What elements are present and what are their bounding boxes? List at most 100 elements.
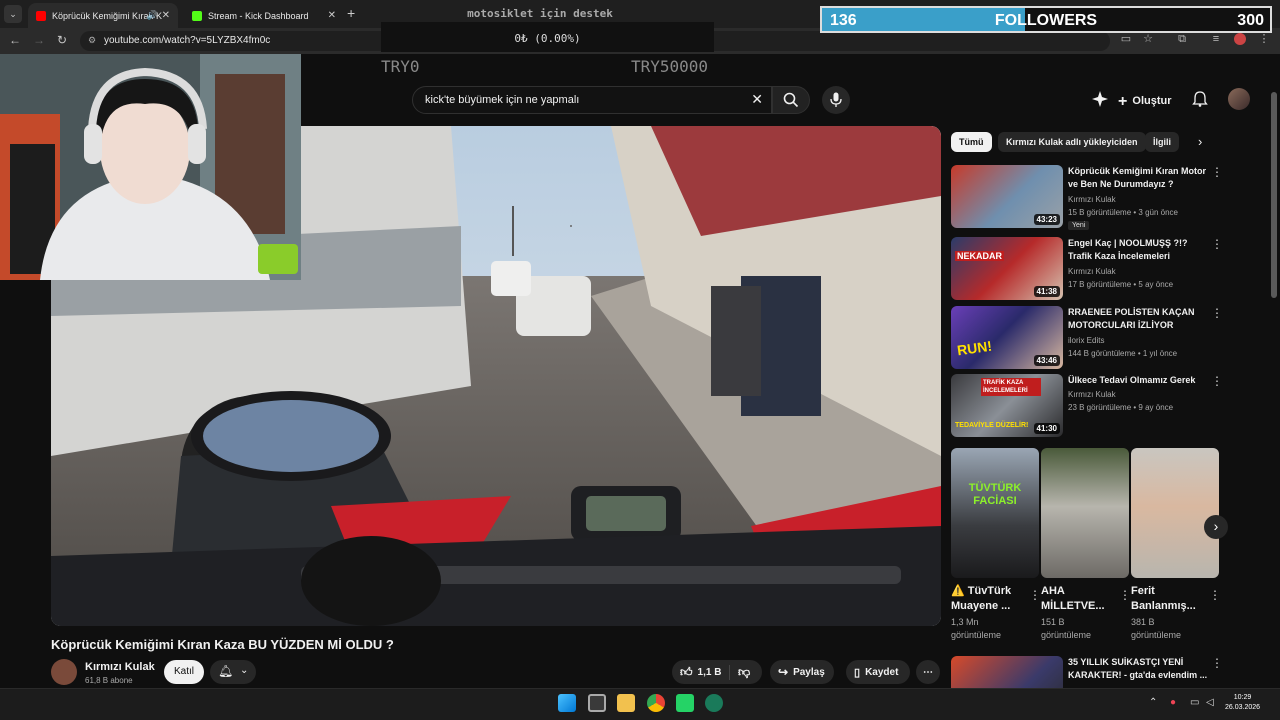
reading-list-icon[interactable]: ≡	[1210, 33, 1222, 45]
tab-close-icon[interactable]: ✕	[328, 10, 336, 21]
recommendation-title[interactable]: RRAENEE POLİSTEN KAÇAN MOTORCULARI İZLİY…	[1068, 306, 1214, 332]
recommendation-item[interactable]: TRAFİK KAZA İNCELEMELERİ TEDAVİYLE DÜZEL…	[951, 374, 1251, 438]
browser-menu-icon[interactable]: ⋮	[1258, 33, 1270, 45]
dislike-button[interactable]: 👎︎	[730, 665, 750, 680]
more-vertical-icon[interactable]: ⋮	[1029, 588, 1041, 602]
short-thumbnail[interactable]: TÜVTÜRK FACİASI	[951, 448, 1039, 578]
new-badge: Yeni	[1068, 221, 1090, 230]
reload-icon[interactable]: ↻	[57, 33, 67, 47]
recommendation-title[interactable]: Engel Kaç | NOOLMUŞŞ ?!? Trafik Kaza İnc…	[1068, 237, 1214, 263]
recommendation-thumbnail[interactable]: 43:23	[951, 165, 1063, 228]
back-icon[interactable]: ←	[9, 33, 21, 47]
user-avatar[interactable]	[1228, 88, 1250, 110]
short-item[interactable]: TÜVTÜRK FACİASI ⚠️ TüvTürk Muayene ... 1…	[951, 448, 1041, 642]
more-vertical-icon[interactable]: ⋮	[1211, 306, 1223, 320]
thumbs-up-icon: 👍︎	[680, 664, 693, 679]
recommendation-item[interactable]: RUN! 43:46 RRAENEE POLİSTEN KAÇAN MOTORC…	[951, 306, 1251, 370]
microphone-tray-icon[interactable]: ●	[1170, 697, 1176, 708]
more-vertical-icon[interactable]: ⋮	[1119, 588, 1131, 602]
more-actions-button[interactable]: ⋯	[916, 660, 940, 684]
recommendation-item[interactable]: NEKADAR 41:38 Engel Kaç | NOOLMUŞŞ ?!? T…	[951, 237, 1251, 301]
share-button[interactable]: ↪ Paylaş	[770, 660, 834, 684]
short-title[interactable]: ⚠️ TüvTürk Muayene ...	[951, 584, 1039, 614]
tab-close-icon[interactable]: ✕	[162, 10, 170, 21]
recommendation-thumbnail[interactable]: NEKADAR 41:38	[951, 237, 1063, 300]
recommendation-channel[interactable]: Kırmızı Kulak	[1068, 267, 1116, 276]
tray-chevron-up-icon[interactable]: ⌃	[1149, 697, 1157, 708]
tab-search-button[interactable]: ⌄	[4, 5, 22, 23]
site-info-icon[interactable]: ⚙	[88, 35, 96, 46]
more-vertical-icon[interactable]: ⋮	[1211, 237, 1223, 251]
forward-icon[interactable]: →	[33, 33, 45, 47]
create-button[interactable]: + Oluştur	[1118, 88, 1172, 112]
recommendation-thumbnail[interactable]: RUN! 43:46	[951, 306, 1063, 369]
new-tab-button[interactable]: +	[347, 5, 355, 21]
search-button[interactable]	[772, 86, 810, 114]
like-button[interactable]: 👍︎ 1,1 B	[672, 664, 730, 680]
clear-search-icon[interactable]: ✕	[751, 91, 763, 108]
system-clock[interactable]: 10:29 26.03.2026	[1225, 693, 1260, 713]
profile-icon[interactable]	[1234, 33, 1246, 45]
tab-kick-dashboard[interactable]: Stream - Kick Dashboard ✕	[184, 3, 344, 28]
tab-kick-title: Stream - Kick Dashboard	[208, 10, 309, 21]
bookmark-star-icon[interactable]: ☆	[1142, 33, 1154, 45]
recommendation-item[interactable]: 43:23 Köprücük Kemiğimi Kıran Motor ve B…	[951, 165, 1251, 230]
gemini-sparkle-icon[interactable]	[1092, 91, 1108, 107]
more-vertical-icon[interactable]: ⋮	[1209, 588, 1221, 602]
shorts-next-button[interactable]: ›	[1204, 515, 1228, 539]
recommendation-item[interactable]: 35 YILLIK SUİKASTÇI YENİ KARAKTER! - gta…	[951, 656, 1251, 688]
recommendation-channel[interactable]: Kırmızı Kulak	[1068, 390, 1116, 399]
recommendation-thumbnail[interactable]: TRAFİK KAZA İNCELEMELERİ TEDAVİYLE DÜZEL…	[951, 374, 1063, 437]
short-title[interactable]: Ferit Banlanmış...	[1131, 584, 1219, 614]
search-input[interactable]: kick'te büyümek için ne yapmalı ✕	[412, 86, 772, 114]
notifications-bell-icon[interactable]	[1192, 91, 1208, 107]
whatsapp-icon[interactable]	[676, 694, 694, 712]
save-button[interactable]: ▯ Kaydet	[846, 660, 910, 684]
more-vertical-icon[interactable]: ⋮	[1211, 374, 1223, 388]
more-vertical-icon[interactable]: ⋮	[1211, 165, 1223, 179]
subscriber-count: 61,8 B abone	[85, 676, 133, 685]
chip-related[interactable]: İlgili	[1145, 132, 1179, 152]
short-thumbnail[interactable]	[1041, 448, 1129, 578]
short-thumbnail[interactable]	[1131, 448, 1219, 578]
store-icon[interactable]	[588, 694, 606, 712]
short-item[interactable]: Ferit Banlanmış... 381 B görüntüleme ⋮	[1131, 448, 1221, 642]
clock-date: 26.03.2026	[1225, 704, 1261, 711]
cast-icon[interactable]: ▭	[1120, 33, 1132, 45]
short-item[interactable]: AHA MİLLETVE... 151 B görüntüleme ⋮	[1041, 448, 1131, 642]
recommendation-channel[interactable]: ilorix Edits	[1068, 336, 1104, 345]
join-button[interactable]: Katıl	[164, 660, 204, 684]
page-scrollbar[interactable]	[1271, 92, 1277, 298]
tab-youtube[interactable]: Köprücük Kemiğimi Kıran K 🔊 ✕	[28, 3, 178, 28]
recommendation-title[interactable]: Köprücük Kemiğimi Kıran Motor ve Ben Ne …	[1068, 165, 1214, 191]
thumb-text: NEKADAR	[955, 251, 1004, 261]
extensions-icon[interactable]: ⧉	[1176, 33, 1188, 45]
windows-start-icon[interactable]	[558, 694, 576, 712]
recommendation-thumbnail[interactable]	[951, 656, 1063, 688]
chip-next-arrow-icon[interactable]: ›	[1198, 134, 1202, 149]
webcam-overlay	[0, 54, 301, 280]
network-icon[interactable]: ▭	[1190, 697, 1199, 708]
channel-name[interactable]: Kırmızı Kulak	[85, 661, 155, 673]
volume-icon[interactable]: ◁	[1206, 697, 1214, 708]
tab-audio-icon: 🔊	[146, 10, 158, 20]
more-vertical-icon[interactable]: ⋮	[1211, 656, 1223, 670]
youtube-favicon-icon	[36, 10, 46, 21]
voice-search-button[interactable]	[822, 86, 850, 114]
file-explorer-icon[interactable]	[617, 694, 635, 712]
short-views: 381 B görüntüleme	[1131, 617, 1182, 640]
channel-avatar[interactable]	[51, 659, 77, 685]
subscribe-notifications-button[interactable]: 🔔︎ ⌄	[210, 660, 256, 684]
short-title[interactable]: AHA MİLLETVE...	[1041, 584, 1129, 614]
video-title: Köprücük Kemiğimi Kıran Kaza BU YÜZDEN M…	[51, 637, 394, 652]
donation-max-label: TRY50000	[631, 57, 709, 76]
chip-all[interactable]: Tümü	[951, 132, 992, 152]
recommendation-title[interactable]: 35 YILLIK SUİKASTÇI YENİ KARAKTER! - gta…	[1068, 656, 1214, 682]
recommendation-channel[interactable]: Kırmızı Kulak	[1068, 195, 1116, 204]
chrome-icon[interactable]	[647, 694, 665, 712]
recommendation-title[interactable]: Ülkece Tedavi Olmamız Gerek	[1068, 374, 1214, 387]
donation-min-label: TRY0	[381, 57, 420, 76]
chip-from-uploader[interactable]: Kırmızı Kulak adlı yükleyiciden	[998, 132, 1146, 152]
vpn-shield-icon[interactable]	[705, 694, 723, 712]
thumb-text: TRAFİK KAZA İNCELEMELERİ	[981, 378, 1041, 396]
